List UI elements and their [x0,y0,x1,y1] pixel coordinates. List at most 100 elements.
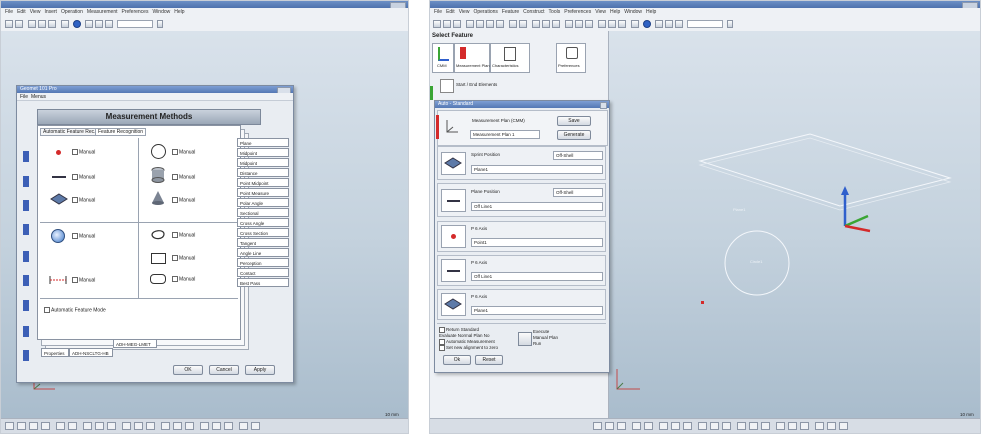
tree-item-start-end[interactable]: Start / End Elements [434,79,534,93]
open-icon[interactable] [443,20,451,28]
menu-item[interactable]: Operations [473,8,497,17]
footer-check[interactable]: Set new alignment to zero [439,345,498,351]
side-option[interactable]: Cross Angle [237,218,289,227]
tab-measurement-plan[interactable]: Measurement Plan [454,43,490,73]
undo-icon[interactable] [85,20,93,28]
status-tool-icon[interactable] [251,422,260,430]
method-checkbox[interactable]: Manual [172,232,195,238]
edit-icon[interactable] [496,20,504,28]
status-tool-icon[interactable] [122,422,131,430]
method-checkbox[interactable]: Manual [72,174,95,180]
tab-characteristics[interactable]: Characteristics [490,43,530,73]
cut-icon[interactable] [466,20,474,28]
dialog-menu-menus[interactable]: Menus [31,94,46,100]
tab-preferences[interactable]: Preferences [556,43,586,73]
feature-row-value[interactable]: Off Line1 [471,272,603,281]
status-tool-icon[interactable] [68,422,77,430]
tab-feature-recognition[interactable]: Feature Recognition [95,128,147,136]
plane-feature-icon[interactable] [441,152,466,175]
tool-icon[interactable] [565,20,573,28]
plan-generate-button[interactable]: Generate [557,130,591,140]
status-tool-icon[interactable] [239,422,248,430]
side-color-tab[interactable] [23,151,29,162]
new-icon[interactable] [433,20,441,28]
status-tool-icon[interactable] [593,422,602,430]
side-color-tab[interactable] [23,200,29,211]
tool-icon[interactable] [532,20,540,28]
status-tool-icon[interactable] [788,422,797,430]
dialog-menu-file[interactable]: File [20,94,28,100]
status-tool-icon[interactable] [95,422,104,430]
menu-item[interactable]: File [434,8,442,17]
status-tool-icon[interactable] [644,422,653,430]
bottom-tab[interactable]: ADH-NSCLTG-HB [69,348,113,357]
plane-feature-icon[interactable] [441,293,466,316]
menu-item[interactable]: Window [152,8,170,17]
view-combo[interactable] [687,20,723,28]
feature-row-combo[interactable]: Off-Shell [553,188,603,197]
view-combo[interactable] [117,20,153,28]
tab-automatic[interactable]: Automatic Feature Rec. [40,128,99,136]
tool-icon[interactable] [585,20,593,28]
dialog-close[interactable] [600,102,607,109]
side-option[interactable]: Point Measure [237,188,289,197]
menu-item[interactable]: File [5,8,13,17]
feature-row-value[interactable]: Plane1 [471,306,603,315]
plan-name-field[interactable]: Measurement Plan 1 [470,130,540,139]
paste-icon[interactable] [486,20,494,28]
menu-item[interactable]: Preferences [564,8,591,17]
status-tool-icon[interactable] [185,422,194,430]
ok-button[interactable]: Ok [443,355,471,365]
new-icon[interactable] [5,20,13,28]
side-option[interactable]: Cross Section [237,228,289,237]
menu-item[interactable]: Help [610,8,620,17]
status-tool-icon[interactable] [683,422,692,430]
status-tool-icon[interactable] [761,422,770,430]
status-tool-icon[interactable] [134,422,143,430]
side-option[interactable]: Contact [237,268,289,277]
status-tool-icon[interactable] [173,422,182,430]
print-icon[interactable] [38,20,46,28]
bottom-tab-properties[interactable]: Properties [41,348,69,357]
print-icon[interactable] [509,20,517,28]
tool-icon[interactable] [608,20,616,28]
help-icon[interactable] [73,20,81,28]
menu-item[interactable]: View [595,8,606,17]
copy-icon[interactable] [48,20,56,28]
menu-item[interactable]: Feature [502,8,519,17]
status-tool-icon[interactable] [659,422,668,430]
method-checkbox[interactable]: Manual [172,197,195,203]
menu-item[interactable]: Help [174,8,184,17]
footer-check[interactable]: Evaluate Normal Plan No [439,333,490,338]
tool-icon[interactable] [598,20,606,28]
status-tool-icon[interactable] [161,422,170,430]
side-option[interactable]: Perception [237,258,289,267]
line-feature-icon[interactable] [441,189,466,212]
help-icon[interactable] [643,20,651,28]
feature-row-value[interactable]: Plane1 [471,165,603,174]
menu-item[interactable]: Preferences [122,8,149,17]
save-icon[interactable] [28,20,36,28]
side-option[interactable]: Midpoint [237,158,289,167]
side-option[interactable]: Polar Angle [237,198,289,207]
side-color-tab[interactable] [23,251,29,262]
tool-icon[interactable] [519,20,527,28]
zoom-icon[interactable] [105,20,113,28]
side-option[interactable]: Angle Line [237,248,289,257]
status-tool-icon[interactable] [146,422,155,430]
status-tool-icon[interactable] [827,422,836,430]
menu-item[interactable]: Edit [17,8,26,17]
save-icon[interactable] [453,20,461,28]
redo-icon[interactable] [665,20,673,28]
method-checkbox[interactable]: Manual [72,233,95,239]
side-option[interactable]: Best Pass [237,278,289,287]
side-color-tab[interactable] [23,300,29,311]
method-checkbox[interactable]: Manual [72,149,95,155]
status-tool-icon[interactable] [224,422,233,430]
side-option[interactable]: Plane [237,138,289,147]
menu-item[interactable]: Edit [446,8,455,17]
side-option[interactable]: Point Midpoint [237,178,289,187]
side-color-tab[interactable] [23,275,29,286]
menu-item[interactable]: Window [624,8,642,17]
open-icon[interactable] [15,20,23,28]
